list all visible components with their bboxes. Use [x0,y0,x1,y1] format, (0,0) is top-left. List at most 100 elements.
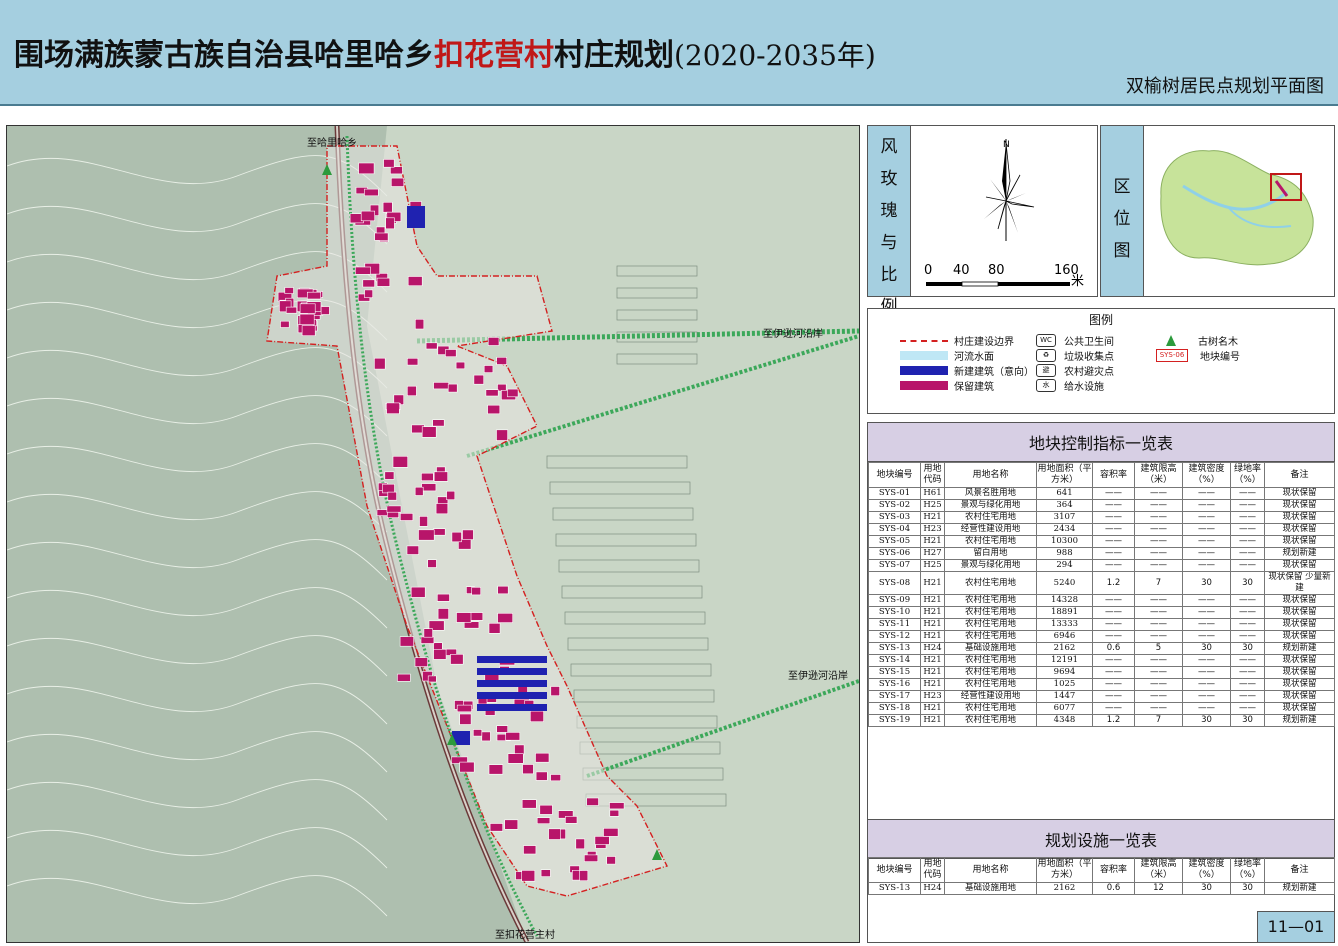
retained-building [374,357,386,370]
plot_table-cell: 1025 [1036,678,1093,691]
retained-building [376,277,391,287]
plot_table-cell: 农村住宅用地 [944,666,1037,679]
retained-building [488,764,504,775]
plot_table-cell: —— [1230,523,1265,536]
plot_table-cell: 留白用地 [944,547,1037,560]
legend-item-water-supply: 水给水设施 [1036,378,1104,393]
plot_table-row: SYS-02 H25 景观与绿化用地 364 —— —— —— —— 现状保留 [868,499,1335,512]
plot_table-cell: —— [1092,594,1135,607]
plot_table-cell: 农村住宅用地 [944,678,1037,691]
wind-rose-icon: N 0 40 80 160 米 [924,139,1084,289]
plot_table-cell: SYS-13 [868,642,921,655]
plot_table-cell: 经营性建设用地 [944,523,1037,536]
retained-building [425,342,438,350]
plot_table-row: SYS-11 H21 农村住宅用地 13333 —— —— —— —— 现状保留 [868,618,1335,631]
plot_table-cell: —— [1230,547,1265,560]
plot_table-cell: —— [1230,690,1265,703]
retained-building [497,585,509,595]
plot_table-row: SYS-17 H23 经营性建设用地 1447 —— —— —— —— 现状保留 [868,690,1335,703]
plot_table-cell: 现状保留 [1264,535,1335,548]
retained-building [390,166,403,175]
plot_table-cell: SYS-19 [868,714,921,727]
plot_table-row: SYS-09 H21 农村住宅用地 14328 —— —— —— —— 现状保留 [868,594,1335,607]
plot_table-cell: —— [1182,594,1231,607]
retained-building [399,513,414,521]
retained-building [387,491,397,501]
retained-building [414,486,424,496]
legend-item-plot-id: SYS-06 地块编号 [1156,348,1240,363]
plot_table-cell: —— [1230,630,1265,643]
plot_table-cell: —— [1092,535,1135,548]
plot_table-header-cell: 绿地率（%） [1230,462,1265,488]
north-arrow-label: N [1003,140,1010,150]
retained-building [455,361,466,370]
plot_table-header-cell: 容积率 [1092,462,1135,488]
facility_table-cell: 30 [1230,882,1265,895]
retained-building [504,819,519,830]
plot_table-cell: —— [1134,547,1183,560]
label-east-road-2: 至伊逊河沿岸 [788,671,848,682]
retained-building [472,729,483,737]
facility_table-cell: 0.6 [1092,882,1135,895]
facility_table-cell: H24 [920,882,945,895]
plot_table-cell: —— [1134,487,1183,500]
plot_table-cell: 1.2 [1092,571,1135,595]
facility_table-header-cell: 备注 [1264,857,1335,883]
facility_table-header-cell: 地块编号 [868,857,921,883]
retained-building [450,653,464,665]
plot_table-cell: 5240 [1036,571,1093,595]
plot_table-cell: 农村住宅用地 [944,571,1037,595]
plot_table-cell: 基础设施用地 [944,642,1037,655]
retained-building [548,828,561,840]
retained-building [488,622,501,634]
svg-text:米: 米 [1071,274,1084,289]
retained-building [522,764,534,775]
facility_table-header-cell: 建筑密度（%） [1182,857,1231,883]
plot_table-cell: H24 [920,642,945,655]
retained-building [423,628,433,638]
retained-building [521,870,536,882]
retained-building [471,586,482,596]
retained-building [385,217,395,230]
plot_table-cell: —— [1092,499,1135,512]
retained-building [392,455,408,468]
plot_table-cell: 农村住宅用地 [944,511,1037,524]
plot_table-cell: H21 [920,702,945,715]
plot_table-cell: H25 [920,559,945,572]
plot_table-cell: —— [1230,499,1265,512]
plot_table-cell: —— [1182,511,1231,524]
plot_table-row: SYS-13 H24 基础设施用地 2162 0.6 5 30 30 规划新建 [868,642,1335,655]
plot_table-cell: —— [1230,702,1265,715]
plot_table-row: SYS-07 H25 景观与绿化用地 294 —— —— —— —— 现状保留 [868,559,1335,572]
plot_table-cell: —— [1182,523,1231,536]
plot_table-cell: 1.2 [1092,714,1135,727]
title-banner: 围场满族蒙古族自治县哈里哈乡扣花营村村庄规划(2020-2035年) 双榆树居民… [0,0,1338,106]
wind-rose-panel: 风玫瑰与比例尺 N 0 40 80 160 米 [867,125,1098,349]
facility_table-cell: 30 [1182,882,1231,895]
plot-control-table: 地块编号 用地代码 用地名称 用地面积（平方米） 容积率 建筑限高（米） 建筑密度（%） 绿地… [868,462,1335,727]
new-building [477,668,547,675]
plot_table-cell: 农村住宅用地 [944,630,1037,643]
plot_table-cell: H23 [920,690,945,703]
retained-building [514,744,525,756]
retained-building [360,210,376,222]
retained-building [382,483,395,494]
plot_table-cell: —— [1134,702,1183,715]
retained-building [456,612,472,623]
retained-building [540,869,551,877]
plot_table-cell: —— [1182,499,1231,512]
legend-item-new-building: 新建建筑（意向） [900,363,1034,378]
plot_table-cell: —— [1182,678,1231,691]
plot_table-cell: H21 [920,606,945,619]
plot_table-cell: —— [1134,523,1183,536]
plot_table-row: SYS-19 H21 农村住宅用地 4348 1.2 7 30 30 规划新建 [868,714,1335,727]
retained-building [539,804,553,815]
plot_table-cell: 景观与绿化用地 [944,559,1037,572]
plot_table-row: SYS-18 H21 农村住宅用地 6077 —— —— —— —— 现状保留 [868,702,1335,715]
plot_table-cell: —— [1092,654,1135,667]
retained-building [280,320,290,328]
plot_table-cell: —— [1134,594,1183,607]
plot_table-cell: —— [1230,606,1265,619]
plot_table-cell: —— [1230,559,1265,572]
plot_table-cell: SYS-04 [868,523,921,536]
